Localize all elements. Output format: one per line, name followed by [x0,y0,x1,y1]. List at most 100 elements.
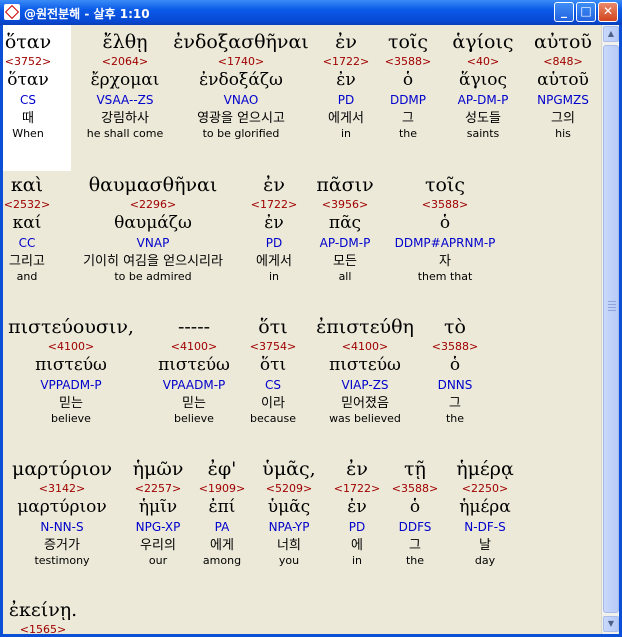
word-column[interactable]: ἐν <1722> ἐν PD 에 in [329,457,385,568]
english-gloss: in [351,554,363,567]
strong-number[interactable]: <40> [440,55,526,69]
parsing-code: DNNS [437,378,473,392]
close-button[interactable]: ✕ [598,2,618,22]
word-column[interactable]: ὑμᾶς, <5209> ὑμᾶς NPA-YP 너희 you [253,457,325,568]
english-gloss: because [249,412,296,425]
korean-gloss: 에 [351,538,363,553]
lemma: ἅγιος [458,70,508,90]
strong-number[interactable]: <1909> [193,482,251,496]
word-column[interactable]: ὅταν <3752> ὅταν CS 때 When [3,30,53,141]
strong-number[interactable]: <3588> [379,55,437,69]
strong-number[interactable]: <848> [525,55,601,69]
korean-gloss: 에게 [210,538,234,553]
word-column[interactable]: μαρτύριον <3142> μαρτύριον N-NN-S 증거가 te… [3,457,121,568]
word-column[interactable]: ἁγίοις <40> ἅγιος AP-DM-P 성도들 saints [440,30,526,141]
korean-gloss: 믿는 [59,396,83,411]
maximize-button[interactable]: □ [576,2,596,22]
word-column[interactable]: ἐν <1722> ἐν PD 에게서 in [245,173,303,284]
korean-gloss: 믿어졌음 [341,396,389,411]
strong-number[interactable]: <2257> [127,482,189,496]
strong-number[interactable]: <2532> [3,198,51,212]
strong-number[interactable]: <3588> [427,340,483,354]
lemma: ἐπί [208,497,236,517]
english-gloss: in [340,127,352,140]
word-column[interactable]: τοῖς <3588> ὁ DDMP 그 the [379,30,437,141]
scroll-up-arrow-icon[interactable]: ▲ [603,26,619,42]
title-bar[interactable]: @원전분해 - 살후 1:10 _ □ ✕ [0,0,622,25]
korean-gloss: 우리의 [140,538,176,553]
word-column[interactable]: ἐφ' <1909> ἐπί PA 에게 among [193,457,251,568]
strong-number[interactable]: <4100> [151,340,237,354]
greek-word: τὸ [444,316,466,338]
word-column[interactable]: ὅτι <3754> ὅτι CS 이라 because [240,315,306,426]
word-column[interactable]: τὸ <3588> ὁ DNNS 그 the [427,315,483,426]
lemma: ἐνδοξάζω [199,70,283,90]
parsing-code: PA [214,520,230,534]
strong-number[interactable]: <2064> [70,55,180,69]
korean-gloss: 에게서 [256,254,292,269]
strong-number[interactable]: <4100> [3,340,139,354]
word-column[interactable]: θαυμασθῆναι <2296> θαυμάζω VNAP 기이히 여김을 … [59,173,247,284]
lemma: ὑμᾶς [267,497,311,517]
strong-number[interactable]: <1740> [173,55,309,69]
english-gloss: the [445,412,465,425]
word-column[interactable]: πιστεύουσιν, <4100> πιστεύω VPPADM-P 믿는 … [3,315,139,426]
grip-line [608,307,616,308]
word-column[interactable]: ----- <4100> πιστεύω VPAADM-P 믿는 believe [151,315,237,426]
strong-number[interactable]: <1565> [3,623,83,634]
greek-word: τῇ [404,458,426,480]
app-icon[interactable] [4,4,20,20]
strong-number[interactable]: <1722> [316,55,376,69]
scroll-down-arrow-icon[interactable]: ▼ [603,616,619,632]
greek-word: τοῖς [424,174,466,196]
strong-number[interactable]: <1722> [329,482,385,496]
word-column[interactable]: τοῖς <3588> ὁ DDMP#APRNM-P 자 them that [387,173,503,284]
lemma: ὁ [439,213,451,233]
strong-number[interactable]: <3956> [305,198,385,212]
greek-word: ἐπιστεύθη [316,316,414,338]
scrollbar-thumb[interactable] [603,45,619,613]
lemma: μαρτύριον [17,497,107,517]
word-column[interactable]: ἔλθῃ <2064> ἔρχομαι VSAA--ZS 강림하사 he sha… [70,30,180,141]
lemma: ἐν [347,497,367,517]
vertical-scrollbar[interactable]: ▲ ▼ [601,25,620,634]
lemma: ὁ [402,70,414,90]
english-gloss: to be admired [114,270,192,283]
strong-number[interactable]: <2250> [449,482,521,496]
strong-number[interactable]: <3588> [387,198,503,212]
parsing-code: AP-DM-P [457,93,509,107]
greek-word: θαυμασθῆναι [88,174,218,196]
korean-gloss: 그 [402,111,414,126]
word-column[interactable]: αὐτοῦ <848> αὑτοῦ NPGMZS 그의 his [525,30,601,141]
interlinear-view: ὅταν <3752> ὅταν CS 때 When ἔλθῃ <2064> ἔ… [3,25,601,634]
lemma: θαυμάζω [114,213,192,233]
word-column[interactable]: ἐκείνῃ. <1565> [3,598,83,634]
greek-word: ἐφ' [207,458,237,480]
grip-line [608,310,616,311]
word-column[interactable]: ἐπιστεύθη <4100> πιστεύω VIAP-ZS 믿어졌음 wa… [307,315,423,426]
word-column[interactable]: ἐνδοξασθῆναι <1740> ἐνδοξάζω VNAO 영광을 얻으… [173,30,309,141]
word-column[interactable]: ἐν <1722> ἐν PD 에게서 in [316,30,376,141]
strong-number[interactable]: <3588> [387,482,443,496]
greek-word: πιστεύουσιν, [8,316,134,338]
strong-number[interactable]: <1722> [245,198,303,212]
word-column[interactable]: ἡμέρᾳ <2250> ἡμέρα N-DF-S 날 day [449,457,521,568]
english-gloss: and [16,270,38,283]
minimize-button[interactable]: _ [554,2,574,22]
strong-number[interactable]: <3754> [240,340,306,354]
word-column[interactable]: τῇ <3588> ὁ DDFS 그 the [387,457,443,568]
strong-number[interactable]: <3142> [3,482,121,496]
strong-number[interactable]: <5209> [253,482,325,496]
word-column[interactable]: καὶ <2532> καί CC 그리고 and [3,173,51,284]
lemma: πιστεύω [158,355,230,375]
strong-number[interactable]: <4100> [307,340,423,354]
strong-number[interactable]: <3752> [3,55,53,69]
word-column[interactable]: πᾶσιν <3956> πᾶς AP-DM-P 모든 all [305,173,385,284]
word-column[interactable]: ἡμῶν <2257> ἡμῖν NPG-XP 우리의 our [127,457,189,568]
strong-number[interactable]: <2296> [59,198,247,212]
lemma: ὁ [409,497,421,517]
greek-word: καὶ [10,174,44,196]
parsing-code: VNAO [223,93,259,107]
lemma: πιστεύω [35,355,107,375]
parsing-code: CS [265,378,281,392]
